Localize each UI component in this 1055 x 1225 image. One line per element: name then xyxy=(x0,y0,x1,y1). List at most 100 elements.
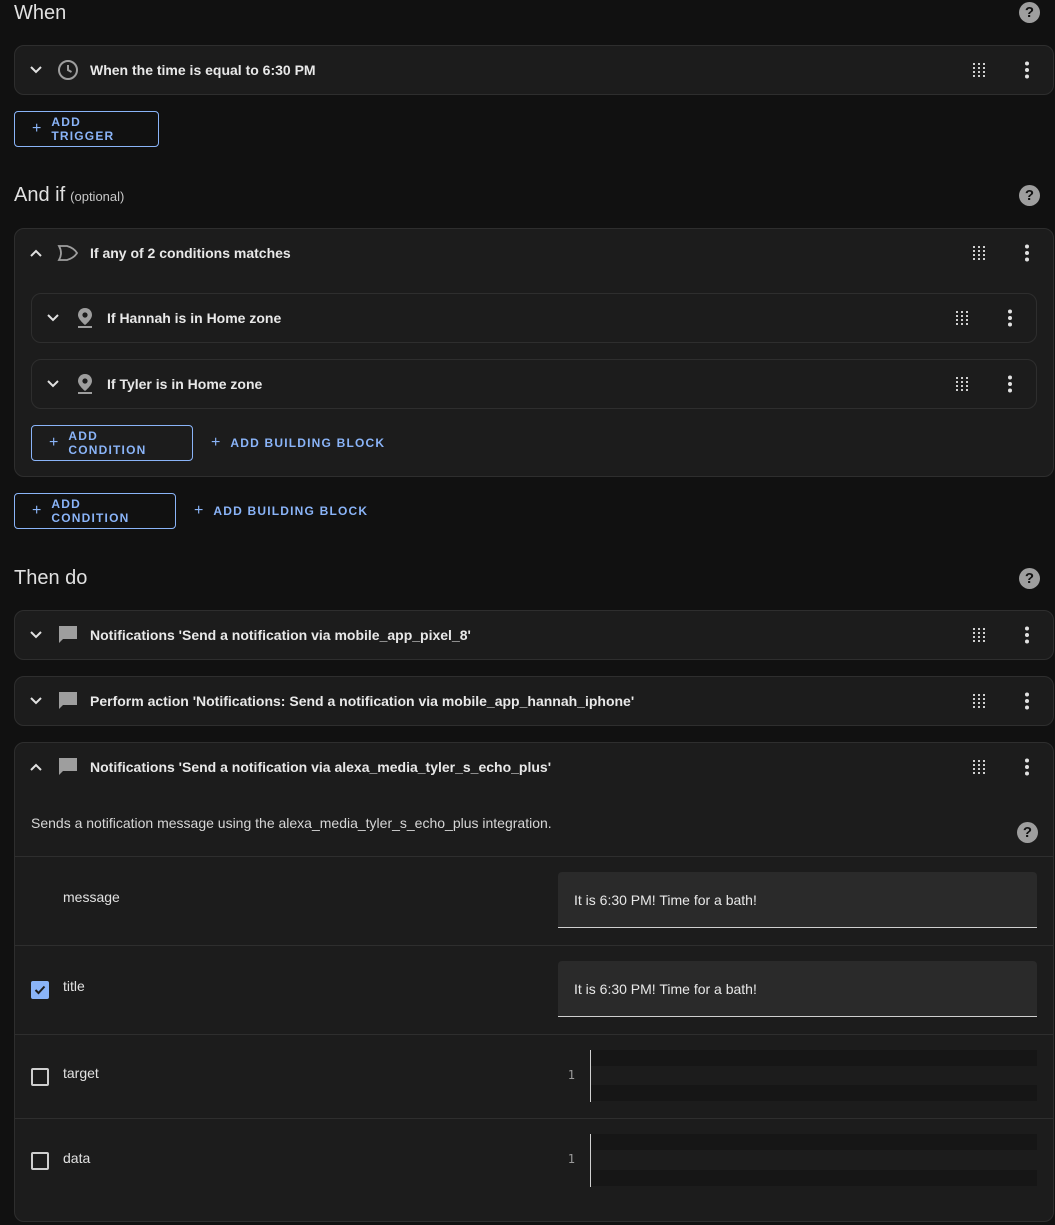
drag-handle-icon[interactable] xyxy=(967,689,991,713)
data-field-label: data xyxy=(63,1150,91,1166)
then-title-text: Then do xyxy=(14,567,88,589)
add-trigger-label: ADD TRIGGER xyxy=(51,115,115,143)
condition-card-hannah[interactable]: If Hannah is in Home zone xyxy=(31,293,1037,343)
message-icon xyxy=(56,755,80,779)
data-checkbox[interactable] xyxy=(31,1152,49,1170)
more-vertical-icon[interactable] xyxy=(1015,241,1039,265)
action-description: Sends a notification message using the a… xyxy=(31,815,552,831)
chevron-up-icon[interactable] xyxy=(16,248,56,258)
drag-handle-icon[interactable] xyxy=(967,241,991,265)
action-row[interactable]: Notifications 'Send a notification via a… xyxy=(15,743,1053,791)
condition-card-tyler[interactable]: If Tyler is in Home zone xyxy=(31,359,1037,409)
add-building-block-label: ADD BUILDING BLOCK xyxy=(230,436,386,450)
title-checkbox[interactable] xyxy=(31,981,49,999)
editor-band xyxy=(591,1050,1037,1066)
more-vertical-icon[interactable] xyxy=(1015,755,1039,779)
condition-group-row[interactable]: If any of 2 conditions matches xyxy=(15,229,1053,277)
line-number: 1 xyxy=(567,1068,575,1082)
line-number-gutter: 1 xyxy=(558,1134,590,1187)
more-vertical-icon[interactable] xyxy=(998,372,1022,396)
message-field-label: message xyxy=(63,889,120,905)
title-input-value: It is 6:30 PM! Time for a bath! xyxy=(574,980,757,997)
plus-icon: + xyxy=(32,120,42,137)
chevron-down-icon[interactable] xyxy=(16,65,56,75)
divider xyxy=(15,856,1053,857)
more-vertical-icon[interactable] xyxy=(1015,58,1039,82)
action-row[interactable]: Perform action 'Notifications: Send a no… xyxy=(15,677,1053,725)
add-building-block-label: ADD BUILDING BLOCK xyxy=(213,504,369,518)
plus-icon: + xyxy=(211,434,221,451)
message-input-value: It is 6:30 PM! Time for a bath! xyxy=(574,891,757,908)
help-glyph: ? xyxy=(1024,187,1035,204)
plus-icon: + xyxy=(32,502,42,519)
message-icon xyxy=(56,689,80,713)
more-vertical-icon[interactable] xyxy=(1015,689,1039,713)
action-card-echo-plus: Notifications 'Send a notification via a… xyxy=(14,742,1054,1222)
andif-optional-text: (optional) xyxy=(70,189,125,204)
message-input[interactable]: It is 6:30 PM! Time for a bath! xyxy=(558,872,1037,928)
target-checkbox[interactable] xyxy=(31,1068,49,1086)
help-glyph: ? xyxy=(1024,570,1035,587)
chevron-down-icon[interactable] xyxy=(33,379,73,389)
action-row[interactable]: Notifications 'Send a notification via m… xyxy=(15,611,1053,659)
group-add-condition-button[interactable]: + ADD CONDITION xyxy=(31,425,193,461)
trigger-row[interactable]: When the time is equal to 6:30 PM xyxy=(15,46,1053,94)
action-label: Perform action 'Notifications: Send a no… xyxy=(90,693,635,709)
action-label: Notifications 'Send a notification via a… xyxy=(90,759,552,775)
condition-label: If Hannah is in Home zone xyxy=(107,310,282,326)
help-glyph: ? xyxy=(1024,4,1035,21)
then-help-icon[interactable]: ? xyxy=(1019,568,1040,589)
action-card-hannah-iphone[interactable]: Perform action 'Notifications: Send a no… xyxy=(14,676,1054,726)
trigger-label: When the time is equal to 6:30 PM xyxy=(90,62,316,78)
help-glyph: ? xyxy=(1022,824,1033,841)
add-trigger-button[interactable]: + ADD TRIGGER xyxy=(14,111,159,147)
editor-band xyxy=(591,1170,1037,1186)
more-vertical-icon[interactable] xyxy=(998,306,1022,330)
drag-handle-icon[interactable] xyxy=(950,306,974,330)
line-number-gutter: 1 xyxy=(558,1050,590,1102)
then-section-title: Then do xyxy=(14,567,87,590)
chevron-down-icon[interactable] xyxy=(16,630,56,640)
title-input[interactable]: It is 6:30 PM! Time for a bath! xyxy=(558,961,1037,1017)
andif-help-icon[interactable]: ? xyxy=(1019,185,1040,206)
divider xyxy=(15,1118,1053,1119)
drag-handle-icon[interactable] xyxy=(967,755,991,779)
add-condition-button[interactable]: + ADD CONDITION xyxy=(14,493,176,529)
data-code-editor[interactable]: 1 xyxy=(558,1134,1037,1187)
more-vertical-icon[interactable] xyxy=(1015,623,1039,647)
when-help-icon[interactable]: ? xyxy=(1019,2,1040,23)
editor-band xyxy=(591,1134,1037,1150)
add-building-block-button[interactable]: + ADD BUILDING BLOCK xyxy=(177,493,385,529)
when-title-text: When xyxy=(14,2,67,24)
drag-handle-icon[interactable] xyxy=(967,58,991,82)
drag-handle-icon[interactable] xyxy=(967,623,991,647)
clock-icon xyxy=(56,58,80,82)
target-field-label: target xyxy=(63,1065,99,1081)
condition-group-label: If any of 2 conditions matches xyxy=(90,245,291,261)
trigger-card[interactable]: When the time is equal to 6:30 PM xyxy=(14,45,1054,95)
action-card-pixel[interactable]: Notifications 'Send a notification via m… xyxy=(14,610,1054,660)
plus-icon: + xyxy=(194,502,204,519)
add-condition-label: ADD CONDITION xyxy=(51,497,130,525)
chevron-down-icon[interactable] xyxy=(16,696,56,706)
or-gate-icon xyxy=(56,241,80,265)
when-section-title: When xyxy=(14,2,66,25)
title-field-label: title xyxy=(63,978,85,994)
condition-label: If Tyler is in Home zone xyxy=(107,376,263,392)
chevron-down-icon[interactable] xyxy=(33,313,73,323)
condition-row[interactable]: If Hannah is in Home zone xyxy=(32,294,1036,342)
action-label: Notifications 'Send a notification via m… xyxy=(90,627,471,643)
divider xyxy=(15,945,1053,946)
action-help-icon[interactable]: ? xyxy=(1017,822,1038,843)
map-marker-icon xyxy=(73,306,97,330)
message-icon xyxy=(56,623,80,647)
group-add-building-block-button[interactable]: + ADD BUILDING BLOCK xyxy=(194,425,402,461)
plus-icon: + xyxy=(49,434,59,451)
condition-row[interactable]: If Tyler is in Home zone xyxy=(32,360,1036,408)
drag-handle-icon[interactable] xyxy=(950,372,974,396)
target-code-editor[interactable]: 1 xyxy=(558,1050,1037,1102)
editor-band xyxy=(591,1085,1037,1101)
chevron-up-icon[interactable] xyxy=(16,762,56,772)
divider xyxy=(15,1034,1053,1035)
andif-title-text: And if xyxy=(14,184,66,206)
